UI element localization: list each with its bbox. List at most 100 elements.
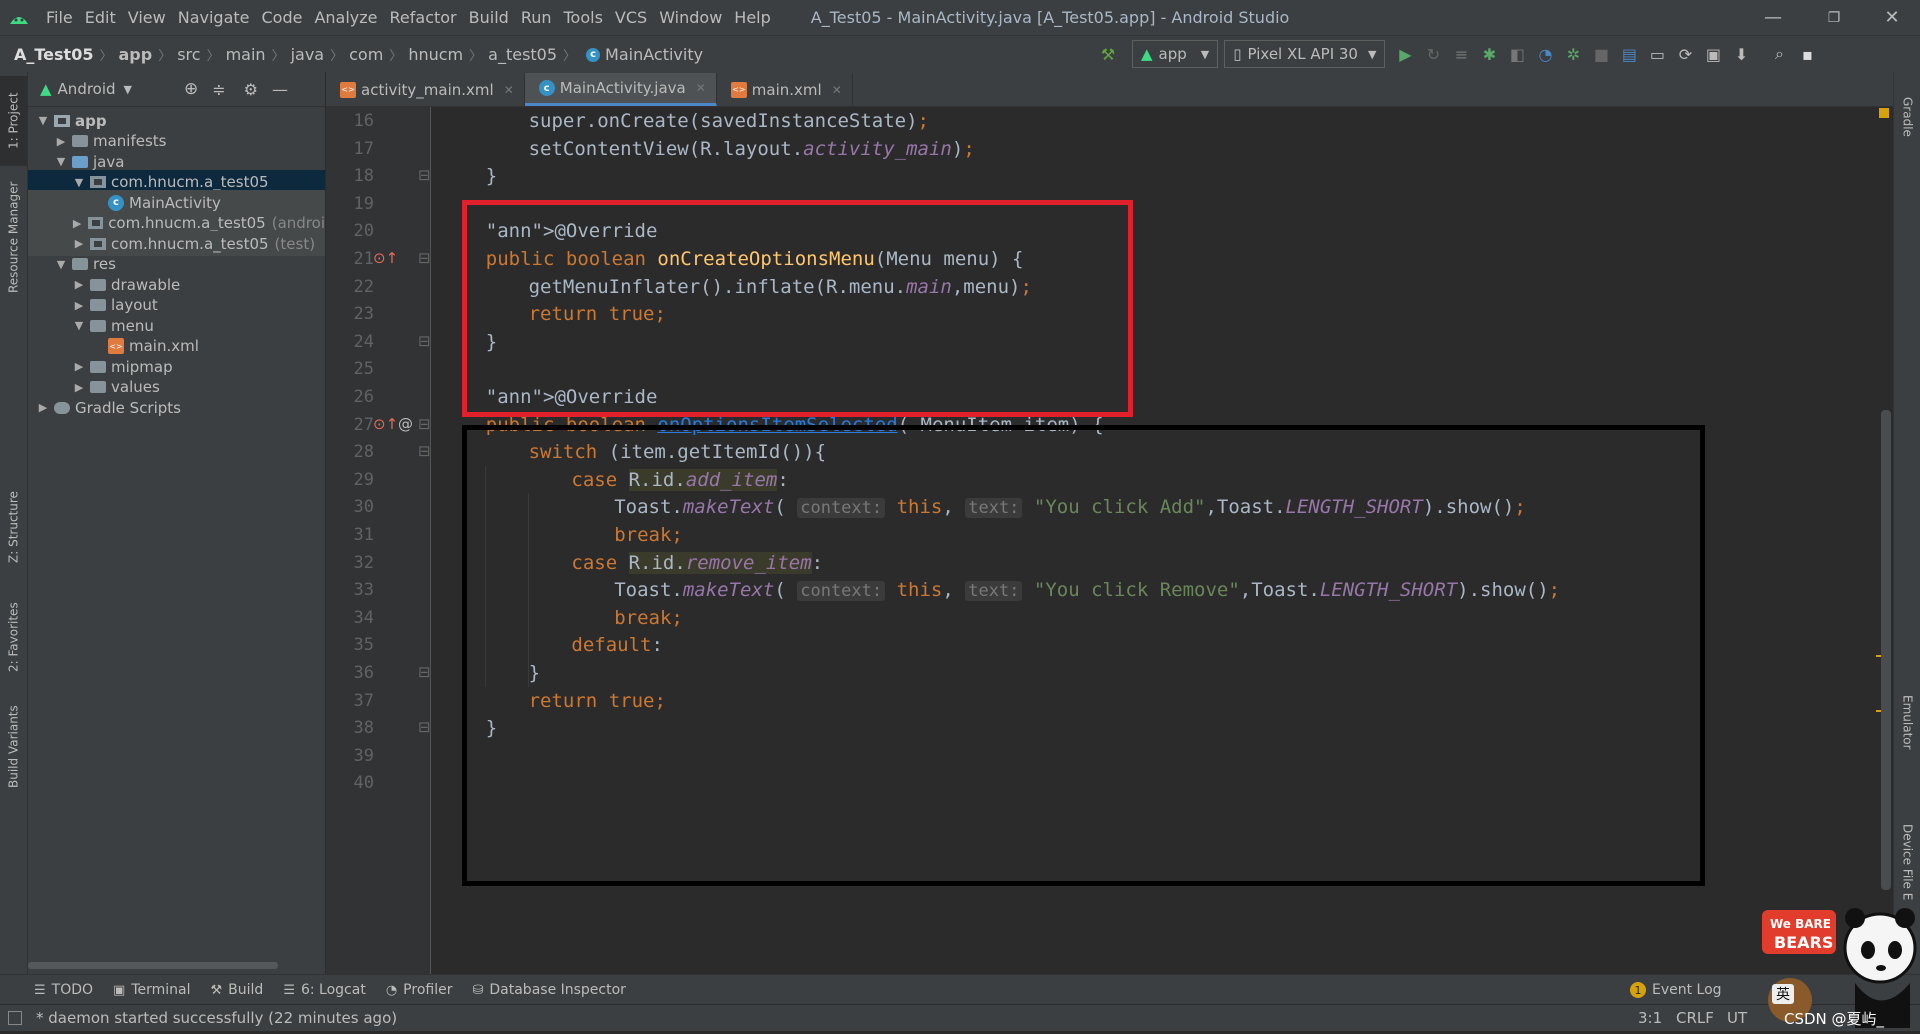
close-button[interactable]: ✕ [1864, 0, 1920, 35]
favorites-tool-tab[interactable]: 2: Favorites [0, 592, 27, 682]
bottom-tab-logcat[interactable]: ☰ 6: Logcat [283, 982, 366, 998]
run-icon[interactable]: ▶ [1391, 40, 1419, 68]
chevron-down-icon[interactable]: ▼ [124, 83, 132, 96]
apply-code-changes-icon[interactable]: ≡ [1447, 40, 1475, 68]
breadcrumb-item-4[interactable]: java [291, 45, 325, 64]
bottom-tab-profiler[interactable]: ◔ Profiler [386, 982, 453, 998]
event-log-tab[interactable]: 1 Event Log [1630, 982, 1722, 998]
close-tab-icon[interactable]: ✕ [832, 83, 842, 97]
locate-file-icon[interactable]: ⊕ [184, 79, 198, 99]
project-view-mode[interactable]: Android [58, 80, 116, 98]
stop-icon[interactable]: ■ [1587, 40, 1615, 68]
menu-analyze[interactable]: Analyze [314, 8, 377, 27]
menu-window[interactable]: Window [659, 8, 722, 27]
breadcrumb-item-2[interactable]: src [177, 45, 200, 64]
collapse-all-icon[interactable]: ≑ [212, 80, 225, 99]
run-coverage-icon[interactable]: ◧ [1503, 40, 1531, 68]
device-manager-icon[interactable]: ▣ [1699, 40, 1727, 68]
emulator-tool-tab[interactable]: Emulator [1894, 682, 1920, 762]
line-separator[interactable]: CRLF [1676, 1009, 1714, 1027]
horizontal-scrollbar[interactable] [28, 962, 278, 969]
fold-marker-icon[interactable]: ⊟ [418, 166, 431, 184]
breadcrumb-item-6[interactable]: hnucm [408, 45, 463, 64]
search-icon[interactable]: ⌕ [1765, 40, 1793, 68]
bottom-tab-todo[interactable]: ☰ TODO [34, 982, 93, 998]
structure-tool-tab[interactable]: Z: Structure [0, 482, 27, 572]
bottom-tab-database-inspector[interactable]: ⛁ Database Inspector [472, 982, 625, 998]
collapse-arrow-icon[interactable]: ▶ [72, 237, 86, 250]
close-tab-icon[interactable]: ✕ [696, 81, 706, 95]
fold-marker-icon[interactable]: ⊟ [418, 249, 431, 267]
fold-marker-icon[interactable]: ⊟ [418, 415, 431, 433]
expand-arrow-icon[interactable]: ▼ [54, 258, 68, 271]
menu-view[interactable]: View [128, 8, 166, 27]
code-line[interactable]: } [486, 159, 497, 193]
tab-activity-main-xml[interactable]: <> activity_main.xml ✕ [326, 73, 525, 106]
project-tool-tab[interactable]: 1: Project [0, 76, 27, 166]
expand-arrow-icon[interactable]: ▼ [72, 319, 86, 332]
close-tab-icon[interactable]: ✕ [504, 83, 514, 97]
code-line[interactable]: setContentView(R.layout.activity_main); [529, 132, 975, 166]
vertical-scrollbar[interactable] [1881, 410, 1891, 890]
collapse-arrow-icon[interactable]: ▶ [36, 401, 50, 414]
tree-item[interactable]: ▶ Gradle Scripts [28, 395, 325, 420]
collapse-arrow-icon[interactable]: ▶ [72, 360, 86, 373]
gradle-tool-tab[interactable]: Gradle [1894, 82, 1920, 152]
breadcrumb-item-8[interactable]: c MainActivity [582, 45, 703, 64]
menu-refactor[interactable]: Refactor [390, 8, 457, 27]
menu-build[interactable]: Build [469, 8, 509, 27]
restore-button[interactable]: ❐ [1806, 0, 1862, 35]
build-variants-tool-tab[interactable]: Build Variants [0, 692, 27, 802]
gear-icon[interactable]: ⚙ [244, 80, 258, 99]
device-selector[interactable]: ▯ Pixel XL API 30 ▼ [1224, 40, 1386, 68]
overrides-method-icon[interactable]: ⊙↑ [373, 249, 398, 267]
run-config-selector[interactable]: ▲ app ▼ [1132, 40, 1219, 68]
overrides-method-icon[interactable]: ⊙↑ [373, 415, 398, 433]
hide-panel-icon[interactable]: — [272, 80, 288, 99]
menu-help[interactable]: Help [734, 8, 770, 27]
tab-main-xml[interactable]: <> main.xml ✕ [717, 73, 853, 106]
account-icon[interactable]: ▪ [1793, 40, 1821, 68]
breadcrumb-item-1[interactable]: app [118, 45, 152, 64]
apply-changes-icon[interactable]: ↻ [1419, 40, 1447, 68]
fold-marker-icon[interactable]: ⊟ [418, 442, 431, 460]
breadcrumb-item-7[interactable]: a_test05 [488, 45, 557, 64]
make-project-hammer-icon[interactable]: ⚒ [1094, 40, 1122, 68]
toggle-tool-windows-icon[interactable] [8, 1011, 22, 1025]
menu-code[interactable]: Code [262, 8, 303, 27]
fold-marker-icon[interactable]: ⊟ [418, 718, 431, 736]
expand-arrow-icon[interactable]: ▼ [54, 155, 68, 168]
resource-manager-tool-tab[interactable]: Resource Manager [0, 172, 27, 302]
collapse-arrow-icon[interactable]: ▶ [54, 135, 68, 148]
collapse-arrow-icon[interactable]: ▶ [72, 278, 86, 291]
fold-marker-icon[interactable]: ⊟ [418, 332, 431, 350]
menu-file[interactable]: File [46, 8, 73, 27]
avd-manager-icon[interactable]: ▭ [1643, 40, 1671, 68]
bottom-tab-build[interactable]: ⚒ Build [211, 982, 264, 998]
menu-tools[interactable]: Tools [564, 8, 603, 27]
menu-edit[interactable]: Edit [85, 8, 116, 27]
menu-run[interactable]: Run [521, 8, 552, 27]
attach-debugger-icon[interactable]: ✲ [1559, 40, 1587, 68]
collapse-arrow-icon[interactable]: ▶ [72, 299, 86, 312]
bottom-tab-terminal[interactable]: ▣ Terminal [113, 982, 190, 998]
collapse-arrow-icon[interactable]: ▶ [72, 381, 86, 394]
expand-arrow-icon[interactable]: ▼ [36, 114, 50, 127]
file-encoding[interactable]: UT [1727, 1009, 1747, 1027]
expand-arrow-icon[interactable]: ▼ [72, 176, 86, 189]
profile-icon[interactable]: ◔ [1531, 40, 1559, 68]
breadcrumb-item-5[interactable]: com [349, 45, 383, 64]
sdk-manager-icon[interactable]: ⬇ [1727, 40, 1755, 68]
breadcrumb-item-3[interactable]: main [226, 45, 266, 64]
collapse-arrow-icon[interactable]: ▶ [70, 217, 83, 230]
sync-gradle-icon[interactable]: ⟳ [1671, 40, 1699, 68]
project-structure-icon[interactable]: ▤ [1615, 40, 1643, 68]
inspection-warning-icon[interactable] [1879, 108, 1889, 118]
breadcrumb-item-0[interactable]: A_Test05 [14, 45, 93, 64]
debug-icon[interactable]: ✱ [1475, 40, 1503, 68]
menu-navigate[interactable]: Navigate [178, 8, 250, 27]
menu-vcs[interactable]: VCS [615, 8, 647, 27]
caret-position[interactable]: 3:1 [1638, 1009, 1662, 1027]
minimize-button[interactable]: — [1745, 0, 1801, 35]
status-message[interactable]: * daemon started successfully (22 minute… [36, 1009, 397, 1027]
